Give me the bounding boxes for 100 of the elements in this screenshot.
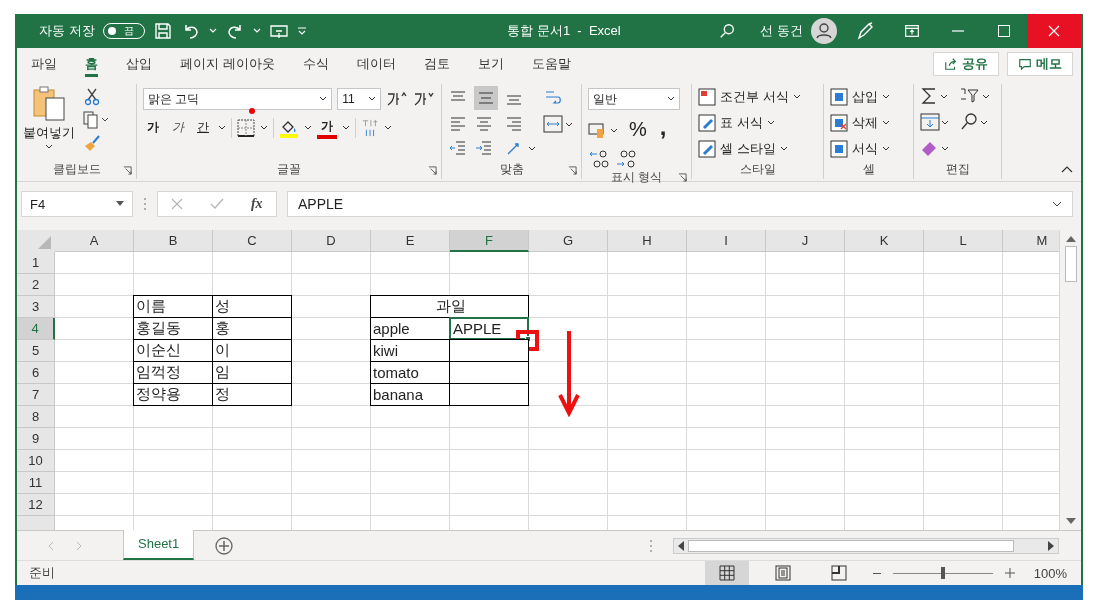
italic-button[interactable]: 가 — [168, 117, 188, 138]
column-header[interactable]: A — [55, 230, 134, 252]
column-header[interactable]: C — [213, 230, 292, 252]
add-sheet-icon[interactable] — [214, 535, 235, 556]
cut-icon[interactable] — [83, 88, 101, 106]
caret-icon[interactable] — [384, 124, 392, 131]
font-size-field[interactable]: 11 — [337, 88, 382, 110]
dialog-launcher-icon[interactable] — [428, 166, 437, 175]
column-header[interactable]: H — [608, 230, 687, 252]
caret-icon[interactable] — [342, 124, 350, 131]
cells-button[interactable]: 삭제 — [830, 112, 907, 134]
zoom-level[interactable]: 100% — [1027, 565, 1067, 581]
ribbon-tab[interactable]: 홈 — [85, 48, 114, 80]
column-header[interactable]: K — [845, 230, 924, 252]
table-cell: 정 — [212, 383, 292, 406]
normal-view-button[interactable] — [705, 560, 749, 586]
insert-function-button[interactable]: fx — [250, 196, 263, 212]
shrink-font-icon[interactable] — [413, 90, 435, 108]
style-button[interactable]: 조건부 서식 — [698, 86, 817, 108]
drag-handle-icon[interactable] — [649, 538, 653, 553]
align-left-icon[interactable] — [448, 114, 468, 134]
caret-icon[interactable] — [208, 28, 217, 34]
caret-icon[interactable] — [252, 28, 261, 34]
font-name-field[interactable]: 맑은 고딕 — [143, 88, 333, 110]
horizontal-scrollbar[interactable] — [673, 537, 1059, 554]
dialog-launcher-icon[interactable] — [678, 173, 687, 182]
scroll-down-icon[interactable] — [1065, 518, 1076, 524]
ribbon-tab[interactable]: 도움말 — [531, 48, 587, 80]
scroll-thumb[interactable] — [688, 539, 1014, 552]
sort-filter-icon[interactable] — [958, 86, 991, 106]
phonetic-guide-icon[interactable] — [361, 117, 379, 138]
cell-grid-icon — [830, 88, 848, 106]
paste-button[interactable]: 붙여넣기 — [23, 86, 75, 150]
dialog-launcher-icon[interactable] — [123, 166, 132, 175]
ribbon-tab[interactable]: 검토 — [423, 48, 466, 80]
name-box[interactable]: F4 — [21, 191, 133, 217]
percent-button[interactable]: % — [625, 116, 651, 143]
column-header[interactable]: M — [1003, 230, 1059, 252]
scroll-thumb[interactable] — [1064, 246, 1077, 282]
sheet-tab[interactable]: Sheet1 — [123, 529, 195, 560]
ribbon-tab[interactable]: 파일 — [31, 48, 73, 80]
comments-button[interactable]: 메모 — [1007, 52, 1073, 76]
expand-icon — [1052, 201, 1062, 207]
search-icon[interactable] — [718, 22, 737, 40]
ribbon-tab[interactable]: 삽입 — [126, 48, 168, 80]
zoom-slider-thumb[interactable] — [941, 567, 945, 579]
column-header[interactable]: E — [371, 230, 450, 252]
ribbon-tab[interactable]: 데이터 — [356, 48, 412, 80]
ribbon-tab[interactable]: 페이지 레이아웃 — [180, 48, 291, 80]
table-cell: 이름 — [133, 295, 213, 318]
column-header[interactable]: D — [292, 230, 371, 252]
caret-icon[interactable] — [260, 124, 268, 131]
increase-decimal-icon[interactable] — [588, 149, 610, 169]
column-header[interactable]: L — [924, 230, 1003, 252]
grow-font-icon[interactable] — [386, 90, 409, 108]
style-button[interactable]: 셀 스타일 — [698, 138, 817, 160]
copy-icon[interactable] — [83, 111, 109, 129]
caret-icon[interactable] — [218, 124, 226, 131]
merge-icon[interactable] — [543, 114, 574, 134]
formula-input[interactable]: APPLE — [287, 191, 1073, 217]
style-button[interactable]: 표 서식 — [698, 112, 817, 134]
zoom-in-icon[interactable] — [1005, 568, 1015, 578]
decrease-decimal-icon[interactable] — [615, 149, 637, 169]
dialog-launcher-icon[interactable] — [568, 166, 577, 175]
scroll-right-icon[interactable] — [1048, 540, 1054, 551]
pen-icon[interactable] — [855, 21, 875, 41]
column-header[interactable]: F — [450, 230, 529, 252]
ribbon-display-icon[interactable] — [903, 22, 921, 40]
format-painter-icon[interactable] — [83, 134, 101, 152]
drag-handle-icon[interactable] — [143, 197, 147, 211]
font-color-button[interactable]: 가 — [317, 116, 337, 139]
caret-icon — [779, 146, 788, 152]
column-header[interactable]: G — [529, 230, 608, 252]
row-header[interactable]: 4 — [17, 318, 55, 340]
caret-icon[interactable] — [304, 124, 312, 131]
column-header[interactable]: I — [687, 230, 766, 252]
collapse-ribbon-icon[interactable] — [1061, 165, 1073, 173]
increase-indent-icon[interactable] — [473, 138, 494, 158]
cells-button[interactable]: 삽입 — [830, 86, 907, 108]
fill-icon[interactable] — [920, 112, 950, 132]
cells-button[interactable]: 서식 — [830, 138, 907, 160]
comma-button[interactable]: , — [655, 117, 671, 142]
decrease-indent-icon[interactable] — [448, 138, 468, 158]
column-header[interactable]: J — [766, 230, 845, 252]
table-style-icon — [698, 140, 716, 158]
column-header[interactable]: B — [134, 230, 213, 252]
autosum-icon[interactable] — [920, 86, 950, 106]
number-format-field[interactable]: 일반 — [588, 88, 680, 110]
middle-align-icon[interactable] — [473, 86, 498, 110]
scroll-left-icon[interactable] — [678, 540, 684, 551]
border-icon[interactable] — [237, 118, 255, 137]
scroll-up-icon[interactable] — [1065, 236, 1076, 242]
ribbon-tab[interactable]: 보기 — [477, 48, 520, 80]
customize-icon[interactable] — [296, 27, 307, 35]
ribbon-tab[interactable]: 수식 — [302, 48, 345, 80]
share-button[interactable]: 공유 — [933, 52, 999, 76]
underline-button[interactable]: 간 — [193, 117, 213, 138]
avatar-icon[interactable] — [811, 18, 837, 44]
bold-button[interactable]: 가 — [143, 117, 163, 138]
save-icon[interactable] — [152, 21, 173, 41]
